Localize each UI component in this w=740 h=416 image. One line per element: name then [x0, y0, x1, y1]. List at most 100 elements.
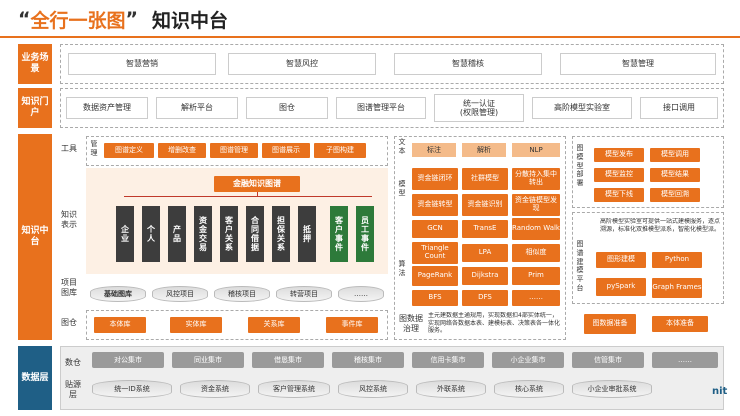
entity-product[interactable]: 产品 [168, 206, 186, 262]
tool-display[interactable]: 图谱展示 [262, 143, 310, 158]
tools-mgmt-label: 管理 [90, 140, 98, 157]
store-event[interactable]: 事件库 [326, 317, 378, 333]
model-label: 模型 [398, 180, 406, 197]
algo-dfs[interactable]: DFS [462, 290, 508, 306]
lib-risk[interactable]: 风控项目 [152, 286, 208, 302]
model-scatter-in[interactable]: 分散持入集中转出 [512, 168, 560, 190]
text-annotate[interactable]: 标注 [412, 143, 456, 157]
portal-graph-store[interactable]: 图仓 [246, 97, 328, 119]
scene-audit[interactable]: 智慧稽核 [394, 53, 542, 75]
deploy-monitor[interactable]: 模型监控 [594, 168, 644, 182]
text-nlp[interactable]: NLP [512, 143, 560, 157]
mart-interbank[interactable]: 同业集市 [172, 352, 244, 368]
portal-lab[interactable]: 高阶模型实验室 [532, 97, 632, 119]
tool-subgraph[interactable]: 子图构建 [314, 143, 366, 158]
algo-similarity[interactable]: 相似度 [512, 244, 560, 262]
scene-risk[interactable]: 智慧风控 [228, 53, 376, 75]
src-risk[interactable]: 风控系统 [338, 380, 408, 398]
lab-python[interactable]: Python [652, 252, 702, 268]
portal-auth[interactable]: 统一认证 (权限管理) [434, 94, 524, 122]
store-relation[interactable]: 关系库 [248, 317, 300, 333]
gov-ontology-prep[interactable]: 本体准备 [652, 316, 708, 332]
src-sme-approval[interactable]: 小企业审批系统 [572, 380, 652, 398]
text-parse[interactable]: 解析 [462, 143, 506, 157]
portal-api[interactable]: 接口调用 [640, 97, 718, 119]
portal-graph-mgmt[interactable]: 图谱管理平台 [336, 97, 426, 119]
deploy-offline[interactable]: 模型下线 [594, 188, 644, 202]
row-label-center: 知识中台 [18, 134, 52, 340]
algo-gcn[interactable]: GCN [412, 220, 458, 238]
algo-dijkstra[interactable]: Dijkstra [462, 267, 508, 285]
mart-sme[interactable]: 小企业集市 [492, 352, 564, 368]
scene-management[interactable]: 智慧管理 [560, 53, 716, 75]
algo-pagerank[interactable]: PageRank [412, 266, 458, 286]
kg-arrow-trunk [257, 192, 258, 196]
entity-customer-event[interactable]: 客户事件 [330, 206, 348, 262]
lib-base[interactable]: 基础图库 [90, 286, 146, 302]
algo-triangle[interactable]: Triangle Count [412, 242, 458, 264]
model-community[interactable]: 社群模型 [462, 168, 508, 190]
deploy-publish[interactable]: 模型发布 [594, 148, 644, 162]
algo-lpa[interactable]: LPA [462, 244, 508, 262]
tool-manage[interactable]: 图谱管理 [210, 143, 258, 158]
lab-label: 图谱建模平台 [576, 240, 584, 292]
entity-fund-trade[interactable]: 资金交易 [194, 206, 212, 262]
portal-data-assets[interactable]: 数据资产管理 [66, 97, 148, 119]
mart-more[interactable]: …… [652, 352, 718, 368]
deploy-rollback[interactable]: 模型回溯 [650, 188, 700, 202]
entity-enterprise[interactable]: 企业 [116, 206, 134, 262]
governance-desc: 主元建数据主通规用，实现数据扣4部实体统一，实现网络各数据本表、建模标表、决策表… [428, 312, 561, 334]
src-uid[interactable]: 统一ID系统 [92, 380, 172, 398]
scene-marketing[interactable]: 智慧营销 [68, 53, 216, 75]
lib-more[interactable]: …… [338, 286, 384, 302]
model-fund-identify[interactable]: 资金链识别 [462, 194, 508, 216]
mart-audit[interactable]: 稽核集市 [332, 352, 404, 368]
store-entity[interactable]: 实体库 [170, 317, 222, 333]
deploy-invoke[interactable]: 模型调用 [650, 148, 700, 162]
mart-card[interactable]: 信用卡集市 [412, 352, 484, 368]
model-fund-loop[interactable]: 资金链闭环 [412, 168, 458, 190]
algo-prim[interactable]: Prim [512, 267, 560, 285]
deploy-label: 图模型部署 [576, 144, 584, 187]
mart-corp[interactable]: 对公集市 [92, 352, 164, 368]
store-ontology[interactable]: 本体库 [94, 317, 146, 333]
src-external[interactable]: 外联系统 [416, 380, 486, 398]
entity-staff-event[interactable]: 员工事件 [356, 206, 374, 262]
row-label-portal: 知识门户 [18, 88, 52, 128]
page-title: “全行一张图” 知识中台 [18, 8, 229, 32]
entity-guarantee[interactable]: 担保关系 [272, 206, 290, 262]
portal-parse[interactable]: 解析平台 [156, 97, 238, 119]
entity-person[interactable]: 个人 [142, 206, 160, 262]
deploy-result[interactable]: 模型结果 [650, 168, 700, 182]
algo-more[interactable]: …… [512, 290, 560, 306]
algo-bfs[interactable]: BFS [412, 290, 458, 306]
text-label: 文本 [398, 138, 406, 155]
entity-customer-relation[interactable]: 客户关系 [220, 206, 238, 262]
project-lib-label: 项目图库 [61, 278, 77, 297]
model-fund-discover[interactable]: 资金链模型发现 [512, 194, 560, 216]
gov-data-prep[interactable]: 图数据准备 [584, 314, 636, 334]
finance-kg-header: 金融知识图谱 [214, 176, 300, 192]
algo-random-walk[interactable]: Random Walk [512, 218, 560, 240]
mart-loan[interactable]: 借恳集市 [252, 352, 324, 368]
algo-transe[interactable]: TransE [462, 220, 508, 238]
src-fund[interactable]: 资金系统 [180, 380, 250, 398]
lab-graphframes[interactable]: Graph Frames [652, 278, 702, 298]
mart-credit[interactable]: 信管集市 [572, 352, 644, 368]
src-crm[interactable]: 客户管理系统 [258, 380, 330, 398]
lib-transfer[interactable]: 转营项目 [276, 286, 332, 302]
tools-label: 工具 [61, 144, 77, 153]
kg-branch-line [124, 196, 372, 197]
governance-label: 图数据治理 [399, 314, 423, 333]
tool-crud[interactable]: 增删改查 [158, 143, 206, 158]
lib-audit[interactable]: 稽核项目 [214, 286, 270, 302]
entity-contract[interactable]: 合同借据 [246, 206, 264, 262]
lab-pyspark[interactable]: pySpark [596, 278, 646, 296]
tool-define[interactable]: 图谱定义 [104, 143, 154, 158]
model-fund-transform[interactable]: 资金链转型 [412, 194, 458, 216]
graph-store-label: 图仓 [61, 318, 77, 327]
src-core[interactable]: 核心系统 [494, 380, 564, 398]
row-label-data: 数据层 [18, 346, 52, 410]
lab-graph-model[interactable]: 图形建模 [596, 252, 646, 268]
entity-mortgage[interactable]: 抵押 [298, 206, 316, 262]
